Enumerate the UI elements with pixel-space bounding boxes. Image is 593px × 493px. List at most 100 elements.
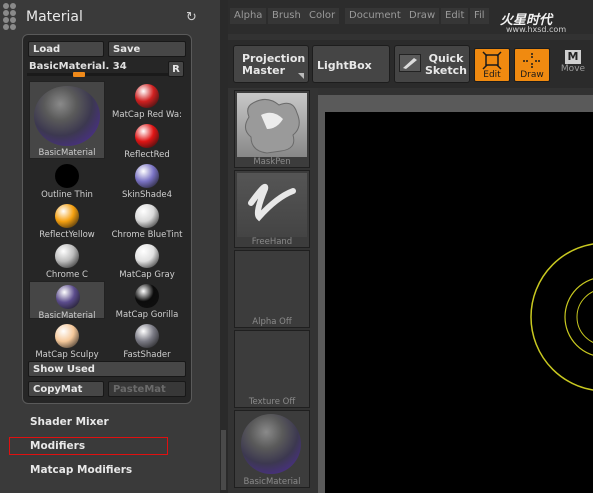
material-tile-label: Outline Thin (41, 190, 93, 200)
material-sphere-icon (55, 324, 79, 348)
material-sphere-icon (135, 284, 159, 308)
save-button[interactable]: Save (108, 41, 186, 57)
move-icon: M (565, 50, 581, 64)
material-tile[interactable]: Chrome BlueTint (109, 201, 185, 240)
texture-label: Texture Off (248, 397, 296, 407)
menu-file[interactable]: Fil (470, 8, 489, 24)
sketch-icon (399, 54, 421, 72)
move-button[interactable]: M Move (558, 48, 588, 82)
move-label: Move (560, 64, 586, 74)
matcap-modifiers-item[interactable]: Matcap Modifiers (30, 464, 132, 476)
projection-master-button[interactable]: Projection Master (233, 45, 309, 83)
outer-circle-icon (530, 243, 593, 391)
refresh-icon[interactable]: ↻ (186, 10, 197, 25)
material-sphere-icon (135, 244, 159, 268)
material-picker-popup: Load Save BasicMaterial. 34 R BasicMater… (22, 34, 192, 404)
material-tile[interactable]: FastShader (109, 321, 185, 360)
material-sphere-icon (135, 164, 159, 188)
material-tile-label: MatCap Red Wa: (112, 110, 182, 120)
menu-color[interactable]: Color (305, 8, 340, 24)
lightbox-button[interactable]: LightBox (312, 45, 390, 83)
left-shelf: MaskPen FreeHand Alpha Off Texture Off B… (228, 88, 318, 493)
freehand-stroke-icon (237, 173, 307, 237)
material-tile-label: MatCap Gorilla (115, 310, 179, 320)
material-tile[interactable]: Chrome C (29, 241, 105, 280)
inner-circle-icon (564, 278, 593, 356)
pastemat-button[interactable]: PasteMat (108, 381, 186, 397)
alpha-thumbnail[interactable]: Alpha Off (234, 250, 310, 328)
edit-button[interactable]: Edit (474, 48, 510, 82)
watermark-url: www.hxsd.com (506, 25, 567, 34)
center-circle-icon (576, 291, 593, 343)
scrollbar-thumb[interactable] (221, 430, 226, 490)
panel-title[interactable]: Material (26, 9, 83, 25)
slider-label: BasicMaterial. 34 (29, 61, 127, 72)
material-tile[interactable]: MatCap Gray (109, 241, 185, 280)
material-tile[interactable]: Outline Thin (29, 161, 105, 200)
stroke-label: FreeHand (251, 237, 293, 247)
material-tile-label: Chrome BlueTint (111, 230, 183, 240)
material-tile[interactable]: ReflectYellow (29, 201, 105, 240)
menu-edit[interactable]: Edit (441, 8, 469, 24)
quick-sketch-button[interactable]: Quick Sketch (394, 45, 470, 83)
material-tile[interactable]: SkinShade4 (109, 161, 185, 200)
material-tile[interactable]: BasicMaterial (29, 281, 105, 321)
material-tile-label: ReflectRed (124, 150, 170, 160)
shader-mixer-item[interactable]: Shader Mixer (30, 416, 109, 428)
draw-button[interactable]: Draw (514, 48, 550, 82)
menu-alpha[interactable]: Alpha (230, 8, 267, 24)
current-material-sphere (34, 86, 100, 146)
lightbox-label: LightBox (317, 59, 372, 72)
menu-brush[interactable]: Brush (268, 8, 305, 24)
material-tile[interactable]: MatCap Gorilla (109, 281, 185, 320)
material-sphere-icon (135, 204, 159, 228)
material-tile-label: BasicMaterial (38, 311, 96, 321)
material-sphere-icon (56, 285, 80, 309)
draw-icon (523, 53, 541, 69)
menu-document[interactable]: Document (345, 8, 405, 24)
material-panel: Material ↻ Load Save BasicMaterial. 34 R… (0, 0, 220, 493)
material-tile-label: SkinShade4 (121, 190, 173, 200)
panel-grip-icon[interactable] (3, 3, 21, 31)
material-thumbnail[interactable]: BasicMaterial (234, 410, 310, 488)
slider-knob[interactable] (73, 72, 85, 77)
stroke-thumbnail[interactable]: FreeHand (234, 170, 310, 248)
reset-button[interactable]: R (168, 61, 184, 77)
material-tile-label: MatCap Gray (119, 270, 175, 280)
edit-label: Edit (483, 70, 501, 80)
material-tile[interactable]: MatCap Sculpy (29, 321, 105, 360)
texture-thumbnail[interactable]: Texture Off (234, 330, 310, 408)
quick-sketch-label: Quick Sketch (424, 52, 467, 77)
menu-draw[interactable]: Draw (405, 8, 440, 24)
draw-label: Draw (520, 70, 544, 80)
brush-thumbnail[interactable]: MaskPen (234, 90, 310, 168)
copymat-button[interactable]: CopyMat (28, 381, 104, 397)
material-label: BasicMaterial (243, 477, 301, 487)
projection-master-label: Projection Master (242, 52, 306, 77)
corner-arrow-icon (298, 73, 304, 79)
material-sphere-icon (135, 324, 159, 348)
material-tile-label: Chrome C (46, 270, 88, 280)
material-slider[interactable]: BasicMaterial. 34 (27, 59, 180, 78)
current-material-tile[interactable]: BasicMaterial (29, 81, 105, 159)
edit-icon (482, 51, 502, 70)
document-canvas[interactable] (325, 112, 593, 493)
material-sphere-icon (241, 414, 301, 474)
brush-label: MaskPen (253, 157, 291, 167)
current-material-label: BasicMaterial (38, 148, 96, 158)
show-used-button[interactable]: Show Used (28, 361, 186, 377)
material-tile[interactable]: ReflectRed (109, 121, 185, 160)
slider-track[interactable] (27, 73, 180, 76)
main-toolbar: Projection Master LightBox Quick Sketch … (228, 40, 593, 88)
material-sphere-icon (55, 244, 79, 268)
modifiers-highlight-box (9, 437, 168, 455)
panel-scrollbar[interactable] (220, 0, 228, 493)
material-sphere-icon (55, 164, 79, 188)
material-sphere-icon (135, 84, 159, 108)
material-tile-label: MatCap Sculpy (35, 350, 99, 360)
material-tile-label: ReflectYellow (39, 230, 95, 240)
alpha-label: Alpha Off (252, 317, 292, 327)
material-tile[interactable]: MatCap Red Wa: (109, 81, 185, 120)
load-button[interactable]: Load (28, 41, 104, 57)
material-sphere-icon (135, 124, 159, 148)
